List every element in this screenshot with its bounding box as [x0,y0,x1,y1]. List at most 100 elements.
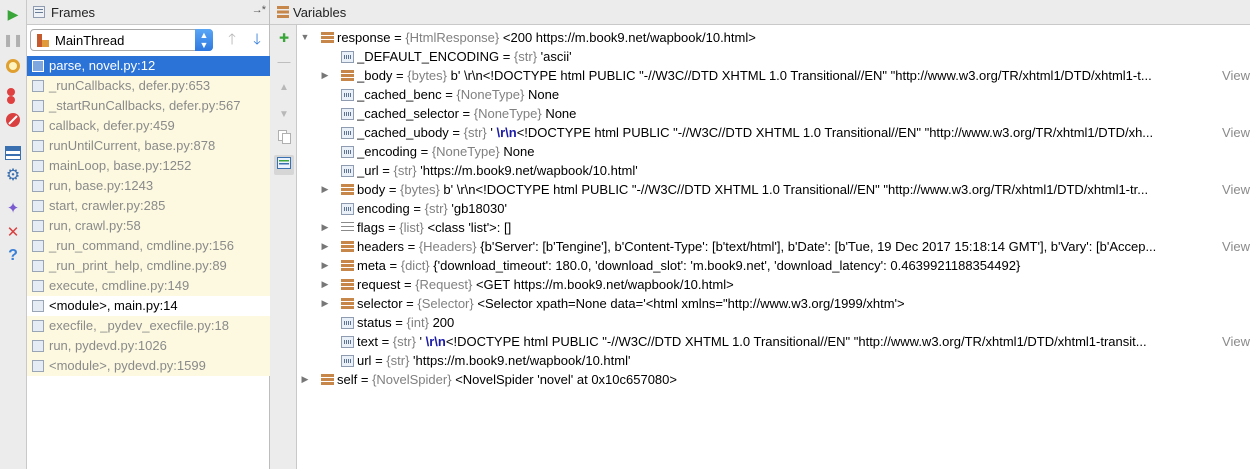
frame-row[interactable]: execute, cmdline.py:149 [27,276,270,296]
frame-label: callback, defer.py:459 [49,118,175,133]
frame-row[interactable]: parse, novel.py:12 [27,56,270,76]
chevron-right-icon[interactable]: ▶ [319,294,331,313]
remove-watch-icon[interactable]: — [274,52,294,72]
variable-value: 'gb18030' [451,201,507,216]
frame-row[interactable]: callback, defer.py:459 [27,116,270,136]
frame-row[interactable]: <module>, main.py:14 [27,296,270,316]
variable-text: _DEFAULT_ENCODING = {str} 'ascii' [357,49,572,64]
variable-type: {HtmlResponse} [405,30,500,45]
variable-name: body [357,182,386,197]
variable-row[interactable]: ▼ response = {HtmlResponse} <200 https://… [297,28,1250,47]
move-down-icon[interactable]: ▼ [274,105,294,125]
frame-icon [32,340,44,352]
chevron-right-icon[interactable]: ▶ [319,66,331,85]
help-icon[interactable]: ? [3,246,23,266]
variable-row[interactable]: ▶ flags = {list} <class 'list'>: [] [297,218,1250,237]
variable-row[interactable]: status = {int} 200 [297,313,1250,332]
pause-icon[interactable]: ❚❚ [3,30,23,50]
chevron-right-icon[interactable]: ▶ [299,370,311,389]
variable-value: {b'Server': [b'Tengine'], b'Content-Type… [480,239,1157,254]
variable-value: b' \r\n<!DOCTYPE html PUBLIC "-//W3C//DT… [443,182,1149,197]
view-link[interactable]: View [1222,180,1250,199]
layout-icon[interactable] [3,143,23,163]
variables-tree: ▼ response = {HtmlResponse} <200 https://… [297,28,1250,389]
variable-row[interactable]: ▶ self = {NovelSpider} <NovelSpider 'nove… [297,370,1250,389]
frame-row[interactable]: run, crawl.py:58 [27,216,270,236]
variable-value: None [503,144,535,159]
frame-row[interactable]: _startRunCallbacks, defer.py:567 [27,96,270,116]
close-icon[interactable]: ✕ [3,222,23,242]
frame-row[interactable]: execfile, _pydev_execfile.py:18 [27,316,270,336]
variable-row[interactable]: _DEFAULT_ENCODING = {str} 'ascii' [297,47,1250,66]
stop-icon[interactable] [3,110,23,130]
variable-row[interactable]: _url = {str} 'https://m.book9.net/wapboo… [297,161,1250,180]
variable-name: _body [357,68,393,83]
frames-panel: Frames →* MainThread ▲ ▼ 🡑 🡓 parse, novel… [27,0,270,469]
variable-row[interactable]: _cached_selector = {NoneType} None [297,104,1250,123]
variable-row[interactable]: _cached_benc = {NoneType} None [297,85,1250,104]
view-link[interactable]: View [1222,123,1250,142]
variable-value: None [527,87,560,102]
frames-header: Frames →* [27,0,269,25]
arrow-down-icon[interactable]: 🡓 [248,31,266,49]
variable-text: body = {bytes} b' \r\n<!DOCTYPE html PUB… [357,182,1149,197]
frame-row[interactable]: mainLoop, base.py:1252 [27,156,270,176]
new-watch-icon[interactable]: ✚ [274,28,294,48]
variable-type: {str} [463,125,487,140]
variable-row[interactable]: ▶ request = {Request} <GET https://m.book… [297,275,1250,294]
variable-text: self = {NovelSpider} <NovelSpider 'novel… [337,372,677,387]
frame-label: _startRunCallbacks, defer.py:567 [49,98,241,113]
chevron-down-icon[interactable]: ▼ [299,28,311,47]
object-icon [321,374,334,386]
show-watches-icon[interactable] [274,155,294,175]
variable-row[interactable]: ▶ headers = {Headers} {b'Server': [b'Teng… [297,237,1250,256]
variable-row[interactable]: ▶ body = {bytes} b' \r\n<!DOCTYPE html PU… [297,180,1250,199]
frame-label: _run_print_help, cmdline.py:89 [49,258,227,273]
variable-row[interactable]: _cached_ubody = {str} ' \r\n<!DOCTYPE ht… [297,123,1250,142]
view-link[interactable]: View [1222,66,1250,85]
chevron-right-icon[interactable]: ▶ [319,237,331,256]
chevron-right-icon[interactable]: ▶ [319,275,331,294]
move-up-icon[interactable]: ▲ [274,78,294,98]
variable-row[interactable]: ▶ _body = {bytes} b' \r\n<!DOCTYPE html P… [297,66,1250,85]
pin-panel-icon[interactable]: →* [252,4,266,16]
frame-row[interactable]: run, pydevd.py:1026 [27,336,270,356]
thread-select[interactable]: MainThread ▲ ▼ [30,29,213,51]
frame-row[interactable]: _runCallbacks, defer.py:653 [27,76,270,96]
variable-type: {NoneType} [456,87,525,102]
view-link[interactable]: View [1222,332,1250,351]
mute-breakpoints-icon[interactable] [3,56,23,76]
variable-row[interactable]: url = {str} 'https://m.book9.net/wapbook… [297,351,1250,370]
variable-row[interactable]: _encoding = {NoneType} None [297,142,1250,161]
pin-icon[interactable]: ✦ [3,198,23,218]
frame-row[interactable]: runUntilCurrent, base.py:878 [27,136,270,156]
frame-row[interactable]: _run_command, cmdline.py:156 [27,236,270,256]
frame-row[interactable]: <module>, pydevd.py:1599 [27,356,270,376]
primitive-icon [341,317,354,329]
variable-row[interactable]: encoding = {str} 'gb18030' [297,199,1250,218]
chevron-right-icon[interactable]: ▶ [319,256,331,275]
variable-type: {NovelSpider} [372,372,452,387]
resume-icon[interactable]: ▶ [3,4,23,24]
arrow-up-icon[interactable]: 🡑 [223,31,241,49]
view-breakpoints-icon[interactable] [3,86,23,106]
frame-icon [32,120,44,132]
chevron-up-down-icon[interactable]: ▲ ▼ [195,29,213,51]
copy-icon[interactable] [274,130,294,150]
chevron-right-icon[interactable]: ▶ [319,218,331,237]
view-link[interactable]: View [1222,237,1250,256]
frame-row[interactable]: run, base.py:1243 [27,176,270,196]
variable-row[interactable]: ▶ meta = {dict} {'download_timeout': 180.… [297,256,1250,275]
settings-icon[interactable]: ⚙ [3,166,23,186]
chevron-right-icon[interactable]: ▶ [319,180,331,199]
variable-row[interactable]: ▶ selector = {Selector} <Selector xpath=N… [297,294,1250,313]
frame-icon [32,360,44,372]
object-icon [341,70,354,82]
variable-text: encoding = {str} 'gb18030' [357,201,507,216]
variable-type: {str} [513,49,538,64]
variables-toolbar: ✚ — ▲ ▼ [270,25,297,469]
frame-row[interactable]: _run_print_help, cmdline.py:89 [27,256,270,276]
variable-text: request = {Request} <GET https://m.book9… [357,277,734,292]
frame-row[interactable]: start, crawler.py:285 [27,196,270,216]
variable-row[interactable]: text = {str} ' \r\n<!DOCTYPE html PUBLIC… [297,332,1250,351]
